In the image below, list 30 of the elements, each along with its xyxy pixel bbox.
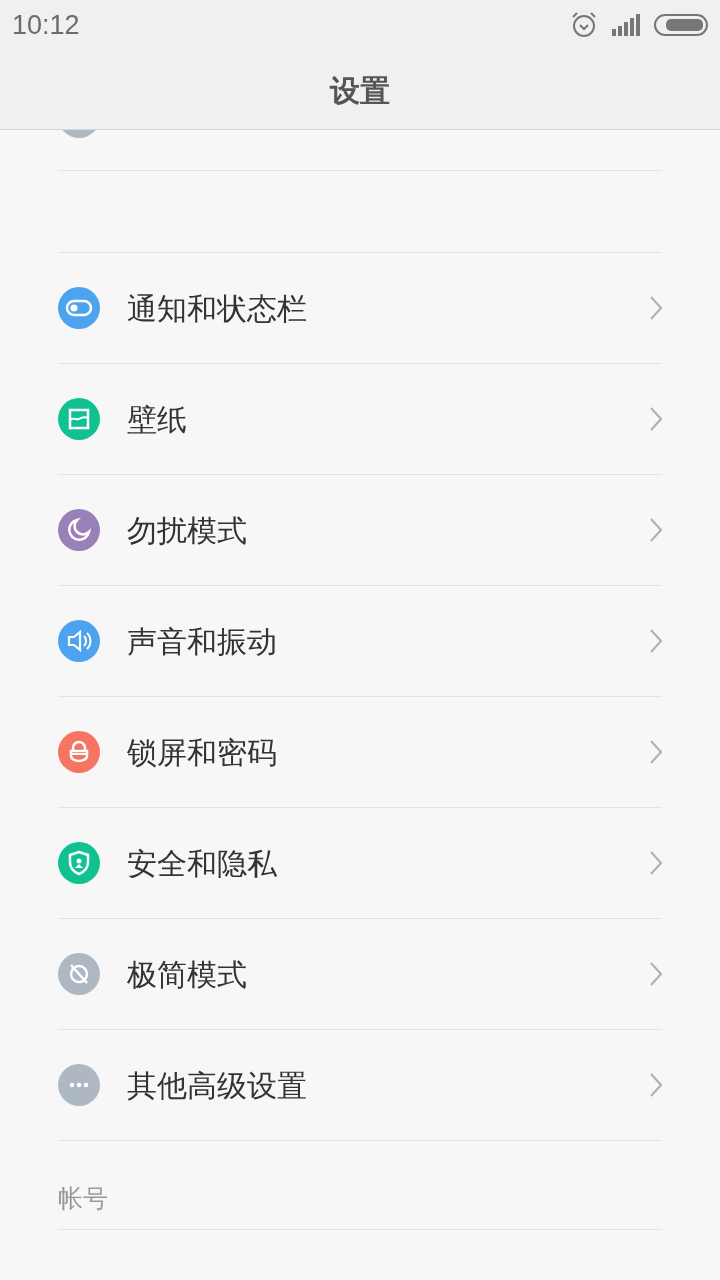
alarm-icon — [570, 11, 598, 39]
settings-row[interactable]: 锁屏和密码 — [58, 697, 662, 808]
setting-label: 安全和隐私 — [127, 844, 278, 883]
settings-row[interactable]: 极简模式 — [58, 919, 662, 1030]
chevron-icon — [650, 962, 662, 986]
chevron-icon — [650, 851, 662, 875]
settings-row[interactable]: 其他高级设置 — [58, 1030, 662, 1141]
chevron-icon — [650, 518, 662, 542]
chevron-icon — [650, 629, 662, 653]
setting-label: 极简模式 — [127, 955, 248, 994]
settings-row[interactable]: 声音和振动 — [58, 586, 662, 697]
setting-label: 通知和状态栏 — [127, 289, 308, 328]
settings-row[interactable]: 通知和状态栏 — [58, 253, 662, 364]
clock-time: 10:12 — [12, 8, 80, 42]
settings-row[interactable]: 勿扰模式 — [58, 475, 662, 586]
chevron-icon — [650, 407, 662, 431]
setting-label: 声音和振动 — [127, 622, 278, 661]
setting-label: 锁屏和密码 — [127, 733, 278, 772]
chevron-icon — [650, 1073, 662, 1097]
chevron-icon — [650, 740, 662, 764]
page-title: 设置 — [330, 71, 390, 110]
battery-icon — [654, 14, 708, 36]
setting-label: 其他高级设置 — [127, 1066, 308, 1105]
signal-icon — [612, 14, 642, 36]
section-title: 帐号 — [58, 1182, 108, 1215]
settings-row[interactable]: 安全和隐私 — [58, 808, 662, 919]
settings-row[interactable]: 壁纸 — [58, 364, 662, 475]
chevron-icon — [650, 296, 662, 320]
setting-label: 壁纸 — [127, 400, 188, 439]
setting-label: 勿扰模式 — [127, 511, 248, 550]
